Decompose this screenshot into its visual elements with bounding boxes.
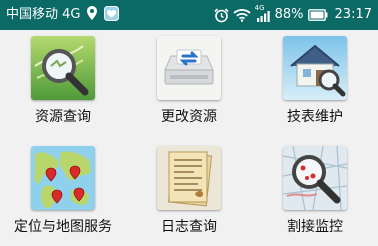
battery-icon bbox=[307, 9, 328, 21]
location-icon bbox=[86, 6, 97, 20]
status-left: 中国移动 4G bbox=[6, 6, 119, 24]
menu-item-label: 日志查询 bbox=[161, 219, 217, 235]
log-document-icon bbox=[157, 146, 221, 210]
menu-item-cutover-monitor[interactable]: 割接监控 bbox=[252, 140, 378, 246]
status-right: 4G 88% 23:17 bbox=[214, 4, 372, 24]
cutover-monitor-icon bbox=[283, 146, 347, 210]
menu-item-map-location[interactable]: 定位与地图服务 bbox=[0, 140, 126, 246]
menu-item-maintenance[interactable]: 技表维护 bbox=[252, 30, 378, 136]
battery-percent: 88% bbox=[274, 7, 304, 22]
carrier-name: 中国移动 bbox=[6, 7, 59, 22]
menu-item-label: 更改资源 bbox=[161, 109, 217, 125]
menu-item-change-resource[interactable]: 更改资源 bbox=[126, 30, 252, 136]
network-type: 4G bbox=[62, 7, 81, 22]
alarm-icon bbox=[214, 7, 229, 22]
change-resource-icon bbox=[157, 36, 221, 100]
menu-item-label: 定位与地图服务 bbox=[14, 219, 112, 235]
notification-app-icon bbox=[103, 6, 119, 21]
status-bar: 中国移动 4G 4G 88% 23:17 bbox=[0, 0, 378, 30]
clock: 23:17 bbox=[334, 7, 372, 22]
menu-item-label: 技表维护 bbox=[287, 109, 343, 125]
cell-signal-icon: 4G bbox=[255, 4, 271, 23]
menu-item-label: 割接监控 bbox=[287, 219, 343, 235]
maintenance-house-icon bbox=[283, 36, 347, 100]
map-location-icon bbox=[31, 146, 95, 210]
menu-item-label: 资源查询 bbox=[35, 109, 91, 125]
menu-item-log-search[interactable]: 日志查询 bbox=[126, 140, 252, 246]
menu-item-resource-search[interactable]: 资源查询 bbox=[0, 30, 126, 136]
resource-search-icon bbox=[31, 36, 95, 100]
wifi-icon bbox=[233, 9, 251, 22]
menu-grid: 资源查询 更改资源 技表维护 定位与地图服务 日志查询 割接监控 bbox=[0, 30, 378, 246]
